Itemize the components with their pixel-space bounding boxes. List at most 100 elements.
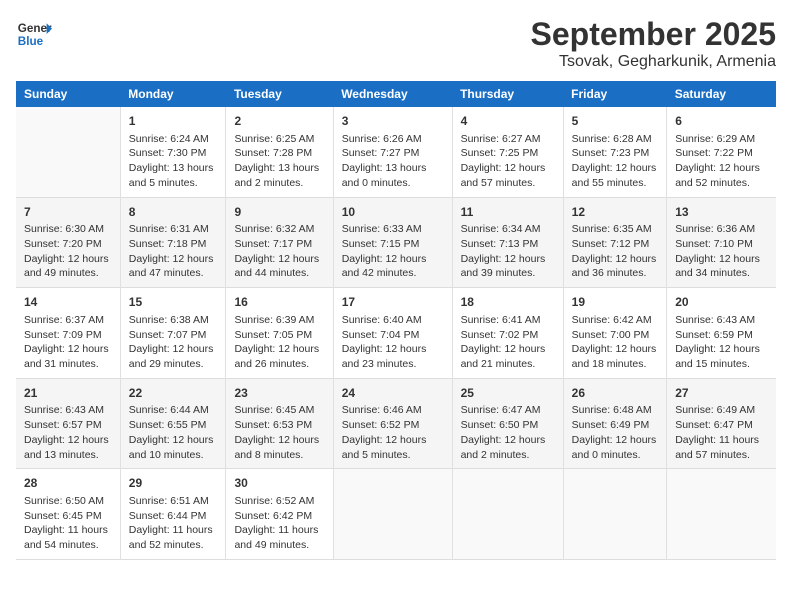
cell-sun-info: Sunrise: 6:43 AMSunset: 6:57 PMDaylight:… (24, 403, 112, 462)
location-title: Tsovak, Gegharkunik, Armenia (531, 53, 776, 71)
calendar-cell: 26Sunrise: 6:48 AMSunset: 6:49 PMDayligh… (563, 378, 667, 469)
cell-sun-info: Sunrise: 6:28 AMSunset: 7:23 PMDaylight:… (572, 132, 659, 191)
calendar-week-row: 1 Sunrise: 6:24 AMSunset: 7:30 PMDaylight… (16, 107, 776, 197)
calendar-cell: 29Sunrise: 6:51 AMSunset: 6:44 PMDayligh… (120, 469, 226, 560)
day-number: 9 (234, 204, 324, 221)
cell-sun-info: Sunrise: 6:40 AMSunset: 7:04 PMDaylight:… (342, 313, 444, 372)
day-number: 15 (129, 294, 218, 311)
day-number: 16 (234, 294, 324, 311)
cell-sun-info: Sunrise: 6:52 AMSunset: 6:42 PMDaylight:… (234, 494, 324, 553)
cell-sun-info: Sunrise: 6:32 AMSunset: 7:17 PMDaylight:… (234, 222, 324, 281)
calendar-header-row: SundayMondayTuesdayWednesdayThursdayFrid… (16, 81, 776, 107)
day-number: 11 (461, 204, 555, 221)
day-number: 3 (342, 113, 444, 130)
day-number: 22 (129, 385, 218, 402)
day-number: 10 (342, 204, 444, 221)
day-number: 14 (24, 294, 112, 311)
calendar-cell (452, 469, 563, 560)
calendar-week-row: 14 Sunrise: 6:37 AMSunset: 7:09 PMDayligh… (16, 288, 776, 379)
weekday-header: Wednesday (333, 81, 452, 107)
cell-sun-info: Sunrise: 6:41 AMSunset: 7:02 PMDaylight:… (461, 313, 555, 372)
cell-sun-info: Sunrise: 6:50 AMSunset: 6:45 PMDaylight:… (24, 494, 112, 553)
logo-icon: General Blue (16, 16, 52, 52)
calendar-cell: 30 Sunrise: 6:52 AMSunset: 6:42 PMDayligh… (226, 469, 333, 560)
svg-text:Blue: Blue (18, 35, 44, 48)
calendar-cell (563, 469, 667, 560)
calendar-cell: 3Sunrise: 6:26 AMSunset: 7:27 PMDaylight… (333, 107, 452, 197)
weekday-header: Sunday (16, 81, 120, 107)
calendar-cell: 14 Sunrise: 6:37 AMSunset: 7:09 PMDayligh… (16, 288, 120, 379)
day-number: 27 (675, 385, 768, 402)
day-number: 1 (129, 113, 218, 130)
day-number: 20 (675, 294, 768, 311)
calendar-cell: 13Sunrise: 6:36 AMSunset: 7:10 PMDayligh… (667, 197, 776, 288)
calendar-cell: 11Sunrise: 6:34 AMSunset: 7:13 PMDayligh… (452, 197, 563, 288)
calendar-cell (667, 469, 776, 560)
calendar-cell: 16 Sunrise: 6:39 AMSunset: 7:05 PMDayligh… (226, 288, 333, 379)
day-number: 30 (234, 475, 324, 492)
cell-sun-info: Sunrise: 6:30 AMSunset: 7:20 PMDaylight:… (24, 222, 112, 281)
calendar-cell (333, 469, 452, 560)
cell-sun-info: Sunrise: 6:43 AMSunset: 6:59 PMDaylight:… (675, 313, 768, 372)
day-number: 12 (572, 204, 659, 221)
calendar-cell: 8Sunrise: 6:31 AMSunset: 7:18 PMDaylight… (120, 197, 226, 288)
calendar-cell: 6 Sunrise: 6:29 AMSunset: 7:22 PMDaylight… (667, 107, 776, 197)
cell-sun-info: Sunrise: 6:34 AMSunset: 7:13 PMDaylight:… (461, 222, 555, 281)
calendar-cell: 17 Sunrise: 6:40 AMSunset: 7:04 PMDayligh… (333, 288, 452, 379)
cell-sun-info: Sunrise: 6:44 AMSunset: 6:55 PMDaylight:… (129, 403, 218, 462)
calendar-cell: 9Sunrise: 6:32 AMSunset: 7:17 PMDaylight… (226, 197, 333, 288)
calendar-week-row: 21Sunrise: 6:43 AMSunset: 6:57 PMDayligh… (16, 378, 776, 469)
cell-sun-info: Sunrise: 6:27 AMSunset: 7:25 PMDaylight:… (461, 132, 555, 191)
day-number: 4 (461, 113, 555, 130)
cell-sun-info: Sunrise: 6:25 AMSunset: 7:28 PMDaylight:… (234, 132, 324, 191)
cell-sun-info: Sunrise: 6:42 AMSunset: 7:00 PMDaylight:… (572, 313, 659, 372)
calendar-cell: 15 Sunrise: 6:38 AMSunset: 7:07 PMDayligh… (120, 288, 226, 379)
day-number: 2 (234, 113, 324, 130)
calendar-cell: 1 Sunrise: 6:24 AMSunset: 7:30 PMDaylight… (120, 107, 226, 197)
day-number: 5 (572, 113, 659, 130)
day-number: 8 (129, 204, 218, 221)
cell-sun-info: Sunrise: 6:29 AMSunset: 7:22 PMDaylight:… (675, 132, 768, 191)
cell-sun-info: Sunrise: 6:39 AMSunset: 7:05 PMDaylight:… (234, 313, 324, 372)
day-number: 28 (24, 475, 112, 492)
calendar-week-row: 28 Sunrise: 6:50 AMSunset: 6:45 PMDayligh… (16, 469, 776, 560)
cell-sun-info: Sunrise: 6:49 AMSunset: 6:47 PMDaylight:… (675, 403, 768, 462)
weekday-header: Tuesday (226, 81, 333, 107)
cell-sun-info: Sunrise: 6:33 AMSunset: 7:15 PMDaylight:… (342, 222, 444, 281)
cell-sun-info: Sunrise: 6:36 AMSunset: 7:10 PMDaylight:… (675, 222, 768, 281)
day-number: 24 (342, 385, 444, 402)
cell-sun-info: Sunrise: 6:37 AMSunset: 7:09 PMDaylight:… (24, 313, 112, 372)
calendar-cell (16, 107, 120, 197)
cell-sun-info: Sunrise: 6:51 AMSunset: 6:44 PMDaylight:… (129, 494, 218, 553)
cell-sun-info: Sunrise: 6:46 AMSunset: 6:52 PMDaylight:… (342, 403, 444, 462)
cell-sun-info: Sunrise: 6:48 AMSunset: 6:49 PMDaylight:… (572, 403, 659, 462)
cell-sun-info: Sunrise: 6:38 AMSunset: 7:07 PMDaylight:… (129, 313, 218, 372)
day-number: 18 (461, 294, 555, 311)
weekday-header: Saturday (667, 81, 776, 107)
cell-sun-info: Sunrise: 6:35 AMSunset: 7:12 PMDaylight:… (572, 222, 659, 281)
cell-sun-info: Sunrise: 6:45 AMSunset: 6:53 PMDaylight:… (234, 403, 324, 462)
calendar-cell: 12Sunrise: 6:35 AMSunset: 7:12 PMDayligh… (563, 197, 667, 288)
logo: General Blue (16, 16, 52, 52)
cell-sun-info: Sunrise: 6:47 AMSunset: 6:50 PMDaylight:… (461, 403, 555, 462)
day-number: 25 (461, 385, 555, 402)
cell-sun-info: Sunrise: 6:31 AMSunset: 7:18 PMDaylight:… (129, 222, 218, 281)
calendar-cell: 5 Sunrise: 6:28 AMSunset: 7:23 PMDaylight… (563, 107, 667, 197)
calendar-cell: 10Sunrise: 6:33 AMSunset: 7:15 PMDayligh… (333, 197, 452, 288)
calendar-cell: 2 Sunrise: 6:25 AMSunset: 7:28 PMDaylight… (226, 107, 333, 197)
weekday-header: Friday (563, 81, 667, 107)
day-number: 23 (234, 385, 324, 402)
calendar-cell: 19Sunrise: 6:42 AMSunset: 7:00 PMDayligh… (563, 288, 667, 379)
calendar-cell: 24Sunrise: 6:46 AMSunset: 6:52 PMDayligh… (333, 378, 452, 469)
calendar-cell: 4 Sunrise: 6:27 AMSunset: 7:25 PMDaylight… (452, 107, 563, 197)
day-number: 7 (24, 204, 112, 221)
day-number: 17 (342, 294, 444, 311)
weekday-header: Thursday (452, 81, 563, 107)
weekday-header: Monday (120, 81, 226, 107)
day-number: 6 (675, 113, 768, 130)
day-number: 26 (572, 385, 659, 402)
calendar-cell: 20 Sunrise: 6:43 AMSunset: 6:59 PMDayligh… (667, 288, 776, 379)
calendar-cell: 27Sunrise: 6:49 AMSunset: 6:47 PMDayligh… (667, 378, 776, 469)
calendar-table: SundayMondayTuesdayWednesdayThursdayFrid… (16, 81, 776, 560)
cell-sun-info: Sunrise: 6:24 AMSunset: 7:30 PMDaylight:… (129, 132, 218, 191)
